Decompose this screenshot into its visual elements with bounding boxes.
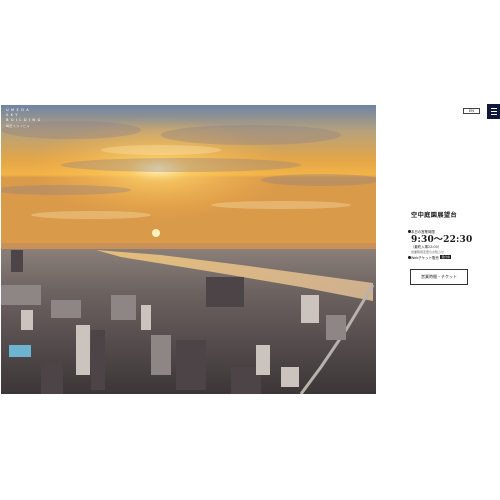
hours-ticket-button[interactable]: 営業時間・チケット (410, 269, 468, 285)
language-toggle-button[interactable]: EN (463, 108, 480, 114)
brand-logo[interactable]: UMEDA SKY BUILDING 梅田スカイビル (6, 108, 43, 129)
ticket-sale-label: Webチケット販売 (411, 256, 439, 260)
hero-image (1, 105, 376, 394)
last-entry-text: （最終入場22:00） (411, 245, 442, 249)
observatory-title: 空中庭園展望台 (411, 212, 458, 219)
status-badge: 受付中 (440, 255, 452, 260)
brand-subtitle: 梅田スカイビル (6, 124, 30, 128)
brand-title: UMEDA SKY BUILDING (6, 108, 43, 122)
hamburger-menu-icon (490, 108, 497, 110)
hours-notice-link[interactable]: 営業時間変更のお知らせ (411, 250, 444, 254)
menu-button[interactable] (487, 104, 500, 119)
